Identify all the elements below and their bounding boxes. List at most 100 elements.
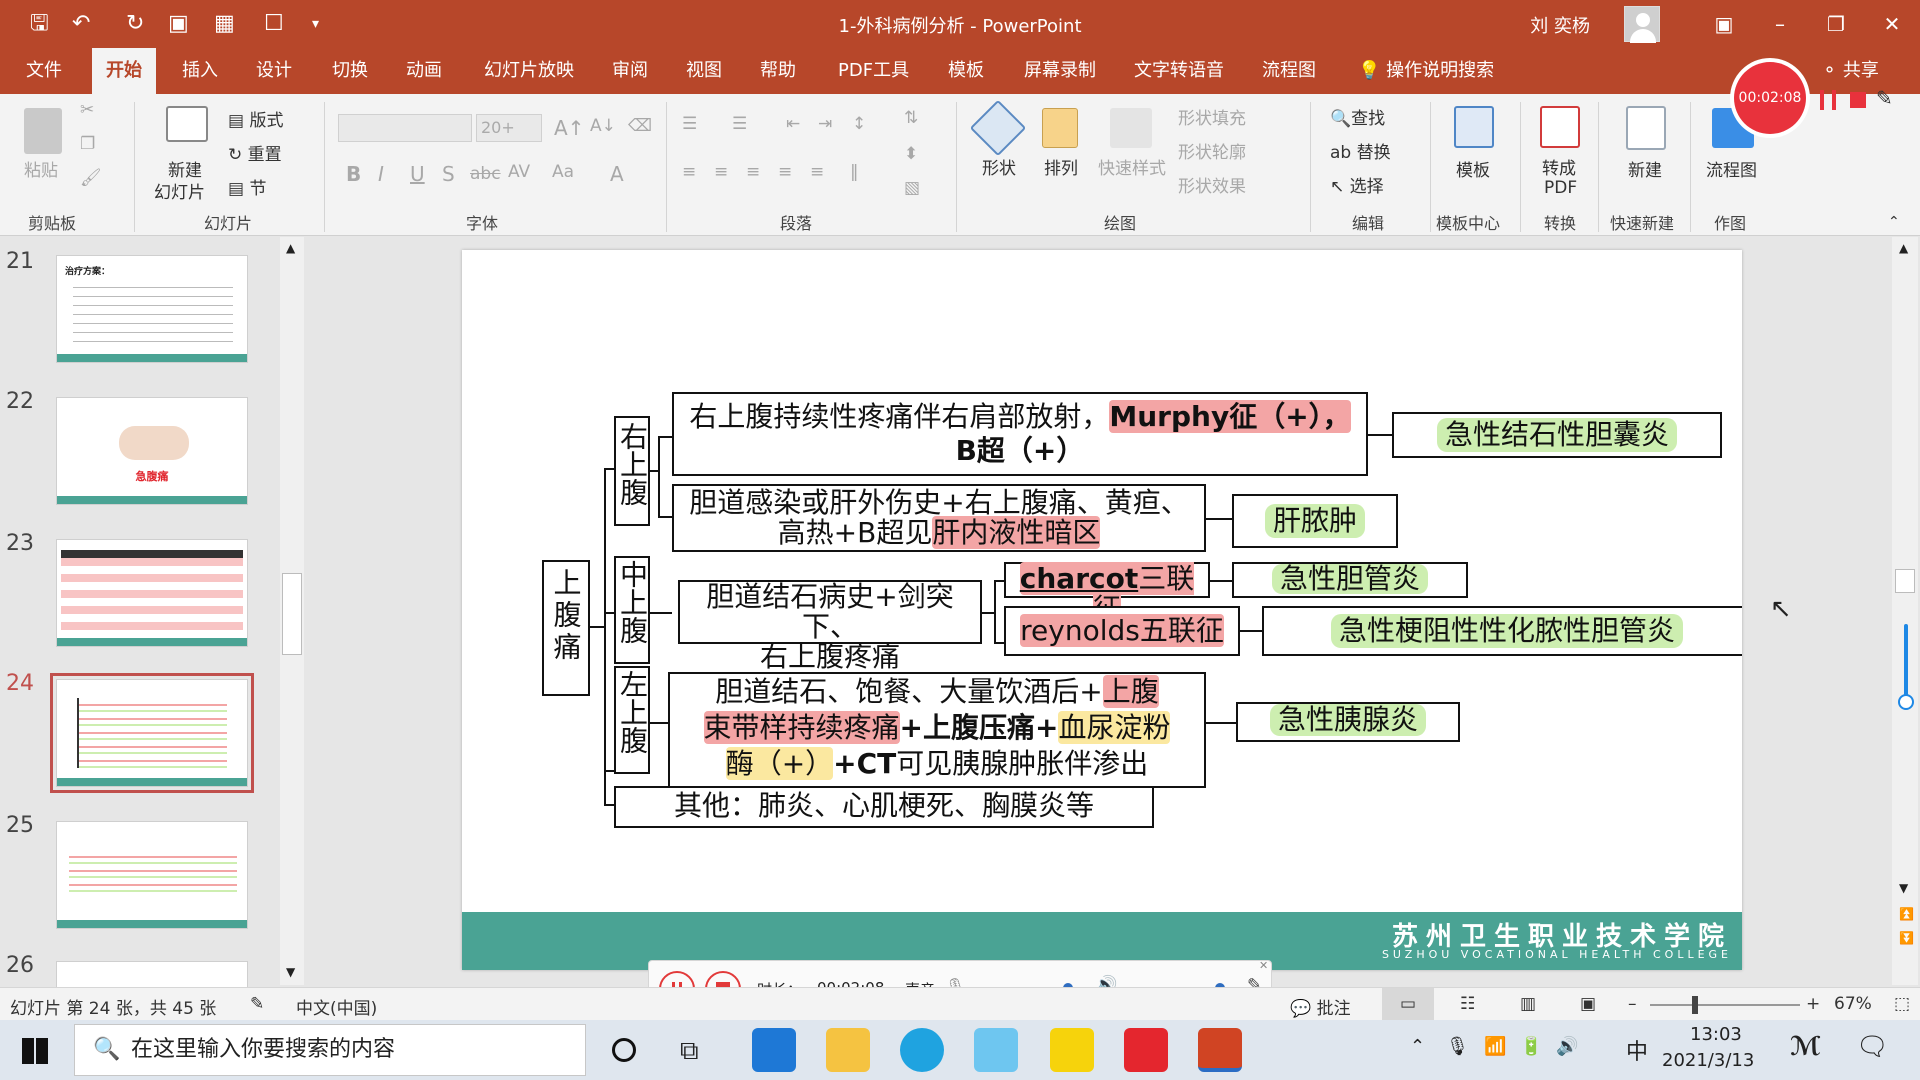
- scroll-up-icon[interactable]: ▲: [286, 241, 295, 255]
- align-left-icon[interactable]: ≡: [682, 162, 696, 182]
- start-button[interactable]: [22, 1038, 48, 1064]
- zoom-level[interactable]: 67%: [1834, 994, 1872, 1014]
- line-spacing-icon[interactable]: ↕: [852, 114, 866, 134]
- font-size-input[interactable]: 20+: [476, 114, 542, 142]
- justify-icon[interactable]: ≡: [778, 162, 792, 182]
- region-right-upper[interactable]: 右上腹: [614, 416, 650, 526]
- tab-help[interactable]: 帮助: [746, 48, 810, 94]
- arrange-button[interactable]: 排列: [1044, 154, 1078, 179]
- scroll-thumb[interactable]: [282, 573, 302, 655]
- tab-review[interactable]: 审阅: [598, 48, 662, 94]
- increase-indent-icon[interactable]: ⇥: [818, 114, 832, 134]
- cortana-icon[interactable]: [612, 1038, 636, 1062]
- reading-view-icon[interactable]: ▥: [1520, 994, 1536, 1014]
- grow-font-icon[interactable]: A↑: [554, 116, 584, 140]
- tell-me-search[interactable]: 💡 操作说明搜索: [1344, 48, 1508, 94]
- shadow-icon[interactable]: S: [442, 162, 455, 186]
- slide-scrollbar[interactable]: ▲ ▼ ⏫ ⏬: [1892, 237, 1918, 985]
- result-box-1[interactable]: 急性结石性胆囊炎: [1392, 412, 1722, 458]
- tab-transitions[interactable]: 切换: [318, 48, 382, 94]
- close-icon[interactable]: ✕: [1259, 959, 1268, 972]
- mail-app-icon[interactable]: [752, 1028, 796, 1072]
- tab-pdf-tools[interactable]: PDF工具: [824, 48, 923, 94]
- recording-timer[interactable]: 00:02:08: [1734, 62, 1806, 134]
- battery-icon[interactable]: 🔋: [1520, 1036, 1542, 1057]
- fit-slide-icon[interactable]: ⬚: [1894, 994, 1910, 1014]
- pause-recording-icon[interactable]: [1820, 90, 1836, 110]
- result-box-3[interactable]: 急性胆管炎: [1232, 562, 1468, 598]
- tab-template[interactable]: 模板: [934, 48, 998, 94]
- clock-time[interactable]: 13:03: [1690, 1024, 1742, 1045]
- paste-button[interactable]: 粘贴: [24, 156, 58, 181]
- shape-effect-button[interactable]: 形状效果: [1178, 172, 1246, 197]
- layout-button[interactable]: ▤ 版式: [228, 106, 283, 131]
- align-center-icon[interactable]: ≡: [714, 162, 728, 182]
- shape-fill-button[interactable]: 形状填充: [1178, 104, 1246, 129]
- shape-outline-button[interactable]: 形状轮廓: [1178, 138, 1246, 163]
- ime-mode-icon[interactable]: ℳ: [1790, 1032, 1821, 1062]
- result-box-5[interactable]: 急性胰腺炎: [1236, 702, 1460, 742]
- shrink-font-icon[interactable]: A↓: [590, 116, 616, 136]
- tab-slideshow[interactable]: 幻灯片放映: [470, 48, 588, 94]
- tab-insert[interactable]: 插入: [168, 48, 232, 94]
- restore-button[interactable]: ❐: [1808, 6, 1864, 42]
- tab-view[interactable]: 视图: [672, 48, 736, 94]
- bullets-icon[interactable]: ☰: [682, 114, 697, 134]
- user-name[interactable]: 刘 奕杨: [1530, 12, 1590, 38]
- template-button[interactable]: 模板: [1456, 156, 1490, 181]
- strikethrough-icon[interactable]: abc: [470, 164, 501, 184]
- clear-format-icon[interactable]: ⌫: [628, 116, 652, 136]
- slide-thumbnail-24[interactable]: [50, 673, 254, 793]
- pen-icon[interactable]: ✎: [1876, 86, 1893, 110]
- font-name-input[interactable]: [338, 114, 472, 142]
- find-button[interactable]: 🔍查找: [1330, 104, 1385, 129]
- volume-icon[interactable]: 🔊: [1556, 1036, 1578, 1057]
- font-color-icon[interactable]: A: [610, 162, 624, 186]
- finding-box-1[interactable]: 右上腹持续性疼痛伴右肩部放射，Murphy征（+）， B超（+）: [672, 392, 1368, 476]
- tab-flowchart[interactable]: 流程图: [1248, 48, 1330, 94]
- new-slide-button-2[interactable]: 幻灯片: [154, 178, 205, 203]
- taskbar-search-input[interactable]: 🔍 在这里输入你要搜索的内容: [74, 1024, 586, 1076]
- edge-browser-icon[interactable]: [900, 1028, 944, 1072]
- prev-slide-icon[interactable]: ⏫: [1899, 907, 1914, 921]
- convert-pdf-button[interactable]: 转成: [1542, 154, 1576, 179]
- reset-button[interactable]: ↻ 重置: [228, 140, 282, 165]
- ink-slider[interactable]: [1904, 624, 1908, 704]
- slide-thumbnail-22[interactable]: 急腹痛: [56, 397, 248, 505]
- smartart-icon[interactable]: ▧: [904, 178, 920, 198]
- quick-new-button[interactable]: 新建: [1628, 156, 1662, 181]
- tab-design[interactable]: 设计: [242, 48, 306, 94]
- columns-icon[interactable]: ‖: [850, 162, 859, 182]
- slide-canvas[interactable]: 上腹痛 右上腹 中上腹 左上腹 右上腹持续性疼痛伴右肩部放射，Murphy征（+…: [462, 250, 1742, 970]
- shape-button[interactable]: 形状: [982, 154, 1016, 179]
- numbering-icon[interactable]: ☰: [732, 114, 747, 134]
- normal-view-icon[interactable]: ▭: [1382, 988, 1434, 1020]
- slideshow-icon[interactable]: ▣: [1580, 994, 1596, 1014]
- underline-icon[interactable]: U: [410, 162, 425, 186]
- ink-slider-knob[interactable]: [1898, 694, 1914, 710]
- scroll-down-icon[interactable]: ▼: [1899, 881, 1908, 895]
- ribbon-display-button[interactable]: ▣: [1696, 6, 1752, 42]
- text-direction-icon[interactable]: ⇅: [904, 108, 918, 128]
- recorder-app-icon[interactable]: [1124, 1028, 1168, 1072]
- zoom-in-icon[interactable]: +: [1806, 994, 1820, 1014]
- format-painter-icon[interactable]: 🖌: [80, 168, 102, 188]
- tab-home[interactable]: 开始: [92, 48, 156, 94]
- italic-icon[interactable]: I: [378, 162, 384, 186]
- finding-box-2[interactable]: 胆道感染或肝外伤史+右上腹痛、黄疸、 高热+B超见肝内液性暗区: [672, 484, 1206, 552]
- slide-thumbnail-25[interactable]: [56, 821, 248, 929]
- slide-thumbnail-26[interactable]: [56, 961, 248, 987]
- finding-box-4[interactable]: 胆道结石、饱餐、大量饮酒后+上腹 束带样持续疼痛+上腹压痛+血尿淀粉 酶（+）+…: [668, 672, 1206, 788]
- align-right-icon[interactable]: ≡: [746, 162, 760, 182]
- slide-thumbnail-21[interactable]: 治疗方案：: [56, 255, 248, 363]
- quick-style-button[interactable]: 快速样式: [1098, 154, 1166, 179]
- slide-sorter-icon[interactable]: ☷: [1460, 994, 1475, 1014]
- result-box-4[interactable]: 急性梗阻性性化脓性胆管炎: [1262, 606, 1742, 656]
- tab-file[interactable]: 文件: [12, 48, 76, 94]
- select-button[interactable]: ↖ 选择: [1330, 172, 1384, 197]
- root-box[interactable]: 上腹痛: [542, 560, 590, 696]
- region-middle-upper[interactable]: 中上腹: [614, 556, 650, 664]
- scroll-down-icon[interactable]: ▼: [286, 965, 295, 979]
- scroll-thumb[interactable]: [1895, 569, 1915, 593]
- reynolds-box[interactable]: reynolds五联征: [1004, 606, 1240, 656]
